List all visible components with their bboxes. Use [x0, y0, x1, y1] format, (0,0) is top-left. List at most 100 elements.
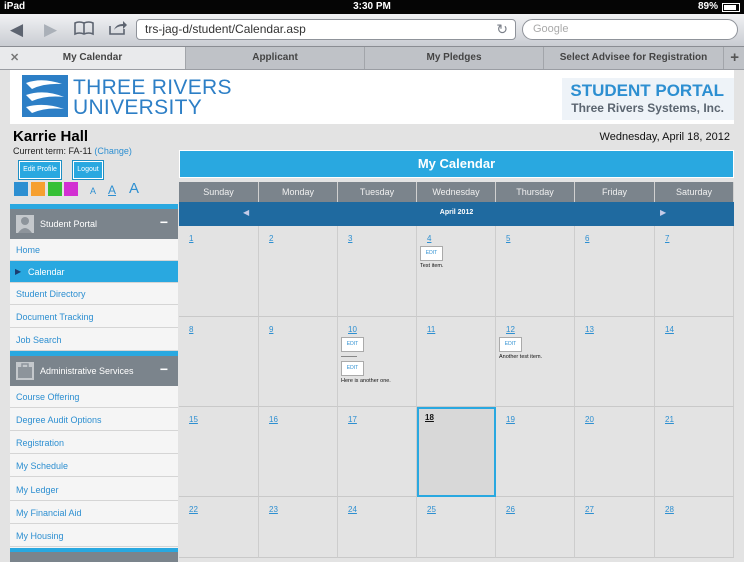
back-icon[interactable]: ◀: [10, 20, 23, 40]
calendar-day[interactable]: 1: [179, 226, 259, 317]
sidebar-item-student-directory[interactable]: Student Directory: [10, 283, 178, 305]
calendar-day[interactable]: 24: [338, 497, 417, 558]
calendar-day[interactable]: 26: [496, 497, 575, 558]
sidebar-item-my-schedule[interactable]: My Schedule: [10, 455, 178, 477]
calendar-day-today[interactable]: 18: [417, 407, 496, 497]
calendar-day[interactable]: 6: [575, 226, 655, 317]
change-term-link[interactable]: (Change): [94, 146, 132, 156]
day-number-link[interactable]: 23: [269, 505, 278, 514]
day-number-link[interactable]: 1: [189, 234, 193, 243]
day-number-link[interactable]: 15: [189, 415, 198, 424]
day-number-link[interactable]: 5: [506, 234, 510, 243]
sidebar-item-course-offering[interactable]: Course Offering: [10, 386, 178, 408]
section-student-portal[interactable]: Student Portal −: [10, 204, 178, 239]
calendar-day[interactable]: 12 EDIT Another test item.: [496, 317, 575, 407]
day-number-link[interactable]: 12: [506, 325, 515, 334]
day-number-link[interactable]: 22: [189, 505, 198, 514]
theme-swatch-green[interactable]: [48, 182, 62, 196]
calendar-day[interactable]: 19: [496, 407, 575, 497]
reload-icon[interactable]: ↻: [496, 21, 508, 38]
event-edit-button[interactable]: EDIT: [341, 337, 364, 352]
day-number-link[interactable]: 3: [348, 234, 352, 243]
edit-profile-button[interactable]: Edit Profile: [19, 161, 61, 179]
calendar-day[interactable]: 10 EDIT EDIT Here is another one.: [338, 317, 417, 407]
day-number-link[interactable]: 17: [348, 415, 357, 424]
close-tab-icon[interactable]: ✕: [10, 47, 19, 69]
day-number-link[interactable]: 24: [348, 505, 357, 514]
theme-swatch-magenta[interactable]: [64, 182, 78, 196]
tab-applicant[interactable]: Applicant: [186, 47, 365, 69]
day-number-link[interactable]: 20: [585, 415, 594, 424]
calendar-day[interactable]: 25: [417, 497, 496, 558]
day-number-link[interactable]: 14: [665, 325, 674, 334]
new-tab-icon[interactable]: +: [730, 47, 739, 69]
day-number-link[interactable]: 9: [269, 325, 273, 334]
day-number-link[interactable]: 16: [269, 415, 278, 424]
day-number-link[interactable]: 28: [665, 505, 674, 514]
collapse-icon[interactable]: −: [160, 214, 168, 230]
sidebar-item-calendar[interactable]: ▶ Calendar: [10, 261, 178, 283]
day-number-link[interactable]: 11: [427, 325, 435, 334]
sidebar-item-home[interactable]: Home: [10, 239, 178, 261]
calendar-day[interactable]: 21: [655, 407, 734, 497]
bookmarks-icon[interactable]: [74, 20, 94, 41]
sidebar-item-degree-audit[interactable]: Degree Audit Options: [10, 409, 178, 431]
address-bar[interactable]: trs-jag-d/student/Calendar.asp ↻: [136, 19, 516, 40]
day-number-link[interactable]: 27: [585, 505, 594, 514]
sidebar-item-my-financial-aid[interactable]: My Financial Aid: [10, 502, 178, 524]
tab-select-advisee[interactable]: Select Advisee for Registration: [544, 47, 724, 69]
theme-swatch-orange[interactable]: [31, 182, 45, 196]
day-number-link[interactable]: 4: [427, 234, 431, 243]
day-number-link[interactable]: 19: [506, 415, 515, 424]
day-number-link[interactable]: 6: [585, 234, 589, 243]
font-size-medium[interactable]: A: [108, 183, 116, 197]
event-edit-button[interactable]: EDIT: [341, 361, 364, 376]
calendar-day[interactable]: 13: [575, 317, 655, 407]
day-number-link[interactable]: 13: [585, 325, 594, 334]
calendar-day[interactable]: 27: [575, 497, 655, 558]
sidebar-item-job-search[interactable]: Job Search: [10, 329, 178, 351]
calendar-day[interactable]: 11: [417, 317, 496, 407]
logout-button[interactable]: Logout: [73, 161, 103, 179]
section-administrative-services[interactable]: Administrative Services −: [10, 351, 178, 386]
font-size-large[interactable]: A: [129, 180, 139, 197]
calendar-day[interactable]: 3: [338, 226, 417, 317]
event-edit-button[interactable]: EDIT: [420, 246, 443, 261]
calendar-day[interactable]: 2: [259, 226, 338, 317]
day-number-link[interactable]: 25: [427, 505, 436, 514]
forward-icon[interactable]: ▶: [44, 20, 57, 40]
next-month-icon[interactable]: ▶: [660, 208, 666, 217]
calendar-day[interactable]: 9: [259, 317, 338, 407]
day-number-link[interactable]: 26: [506, 505, 515, 514]
calendar-day[interactable]: 7: [655, 226, 734, 317]
sidebar-item-my-housing[interactable]: My Housing: [10, 525, 178, 547]
calendar-day[interactable]: 28: [655, 497, 734, 558]
search-field[interactable]: Google: [522, 19, 738, 40]
day-number-link[interactable]: 7: [665, 234, 669, 243]
calendar-day[interactable]: 8: [179, 317, 259, 407]
sidebar-item-document-tracking[interactable]: Document Tracking: [10, 306, 178, 328]
calendar-day[interactable]: 20: [575, 407, 655, 497]
day-number-link[interactable]: 21: [665, 415, 674, 424]
calendar-day[interactable]: 17: [338, 407, 417, 497]
calendar-day[interactable]: 23: [259, 497, 338, 558]
calendar-day[interactable]: 4 EDIT Test item.: [417, 226, 496, 317]
calendar-day[interactable]: 15: [179, 407, 259, 497]
share-icon[interactable]: [108, 20, 128, 41]
font-size-small[interactable]: A: [90, 186, 96, 196]
tab-my-calendar[interactable]: ✕ My Calendar: [0, 47, 186, 69]
calendar-day[interactable]: 5: [496, 226, 575, 317]
day-number-link[interactable]: 18: [425, 413, 434, 422]
day-number-link[interactable]: 8: [189, 325, 193, 334]
collapse-icon[interactable]: −: [160, 361, 168, 377]
theme-swatch-blue[interactable]: [14, 182, 28, 196]
day-number-link[interactable]: 2: [269, 234, 273, 243]
tab-my-pledges[interactable]: My Pledges: [365, 47, 544, 69]
day-number-link[interactable]: 10: [348, 325, 357, 334]
calendar-day[interactable]: 22: [179, 497, 259, 558]
sidebar-item-registration[interactable]: Registration: [10, 432, 178, 454]
calendar-day[interactable]: 16: [259, 407, 338, 497]
sidebar-item-my-ledger[interactable]: My Ledger: [10, 479, 178, 501]
calendar-day[interactable]: 14: [655, 317, 734, 407]
event-edit-button[interactable]: EDIT: [499, 337, 522, 352]
